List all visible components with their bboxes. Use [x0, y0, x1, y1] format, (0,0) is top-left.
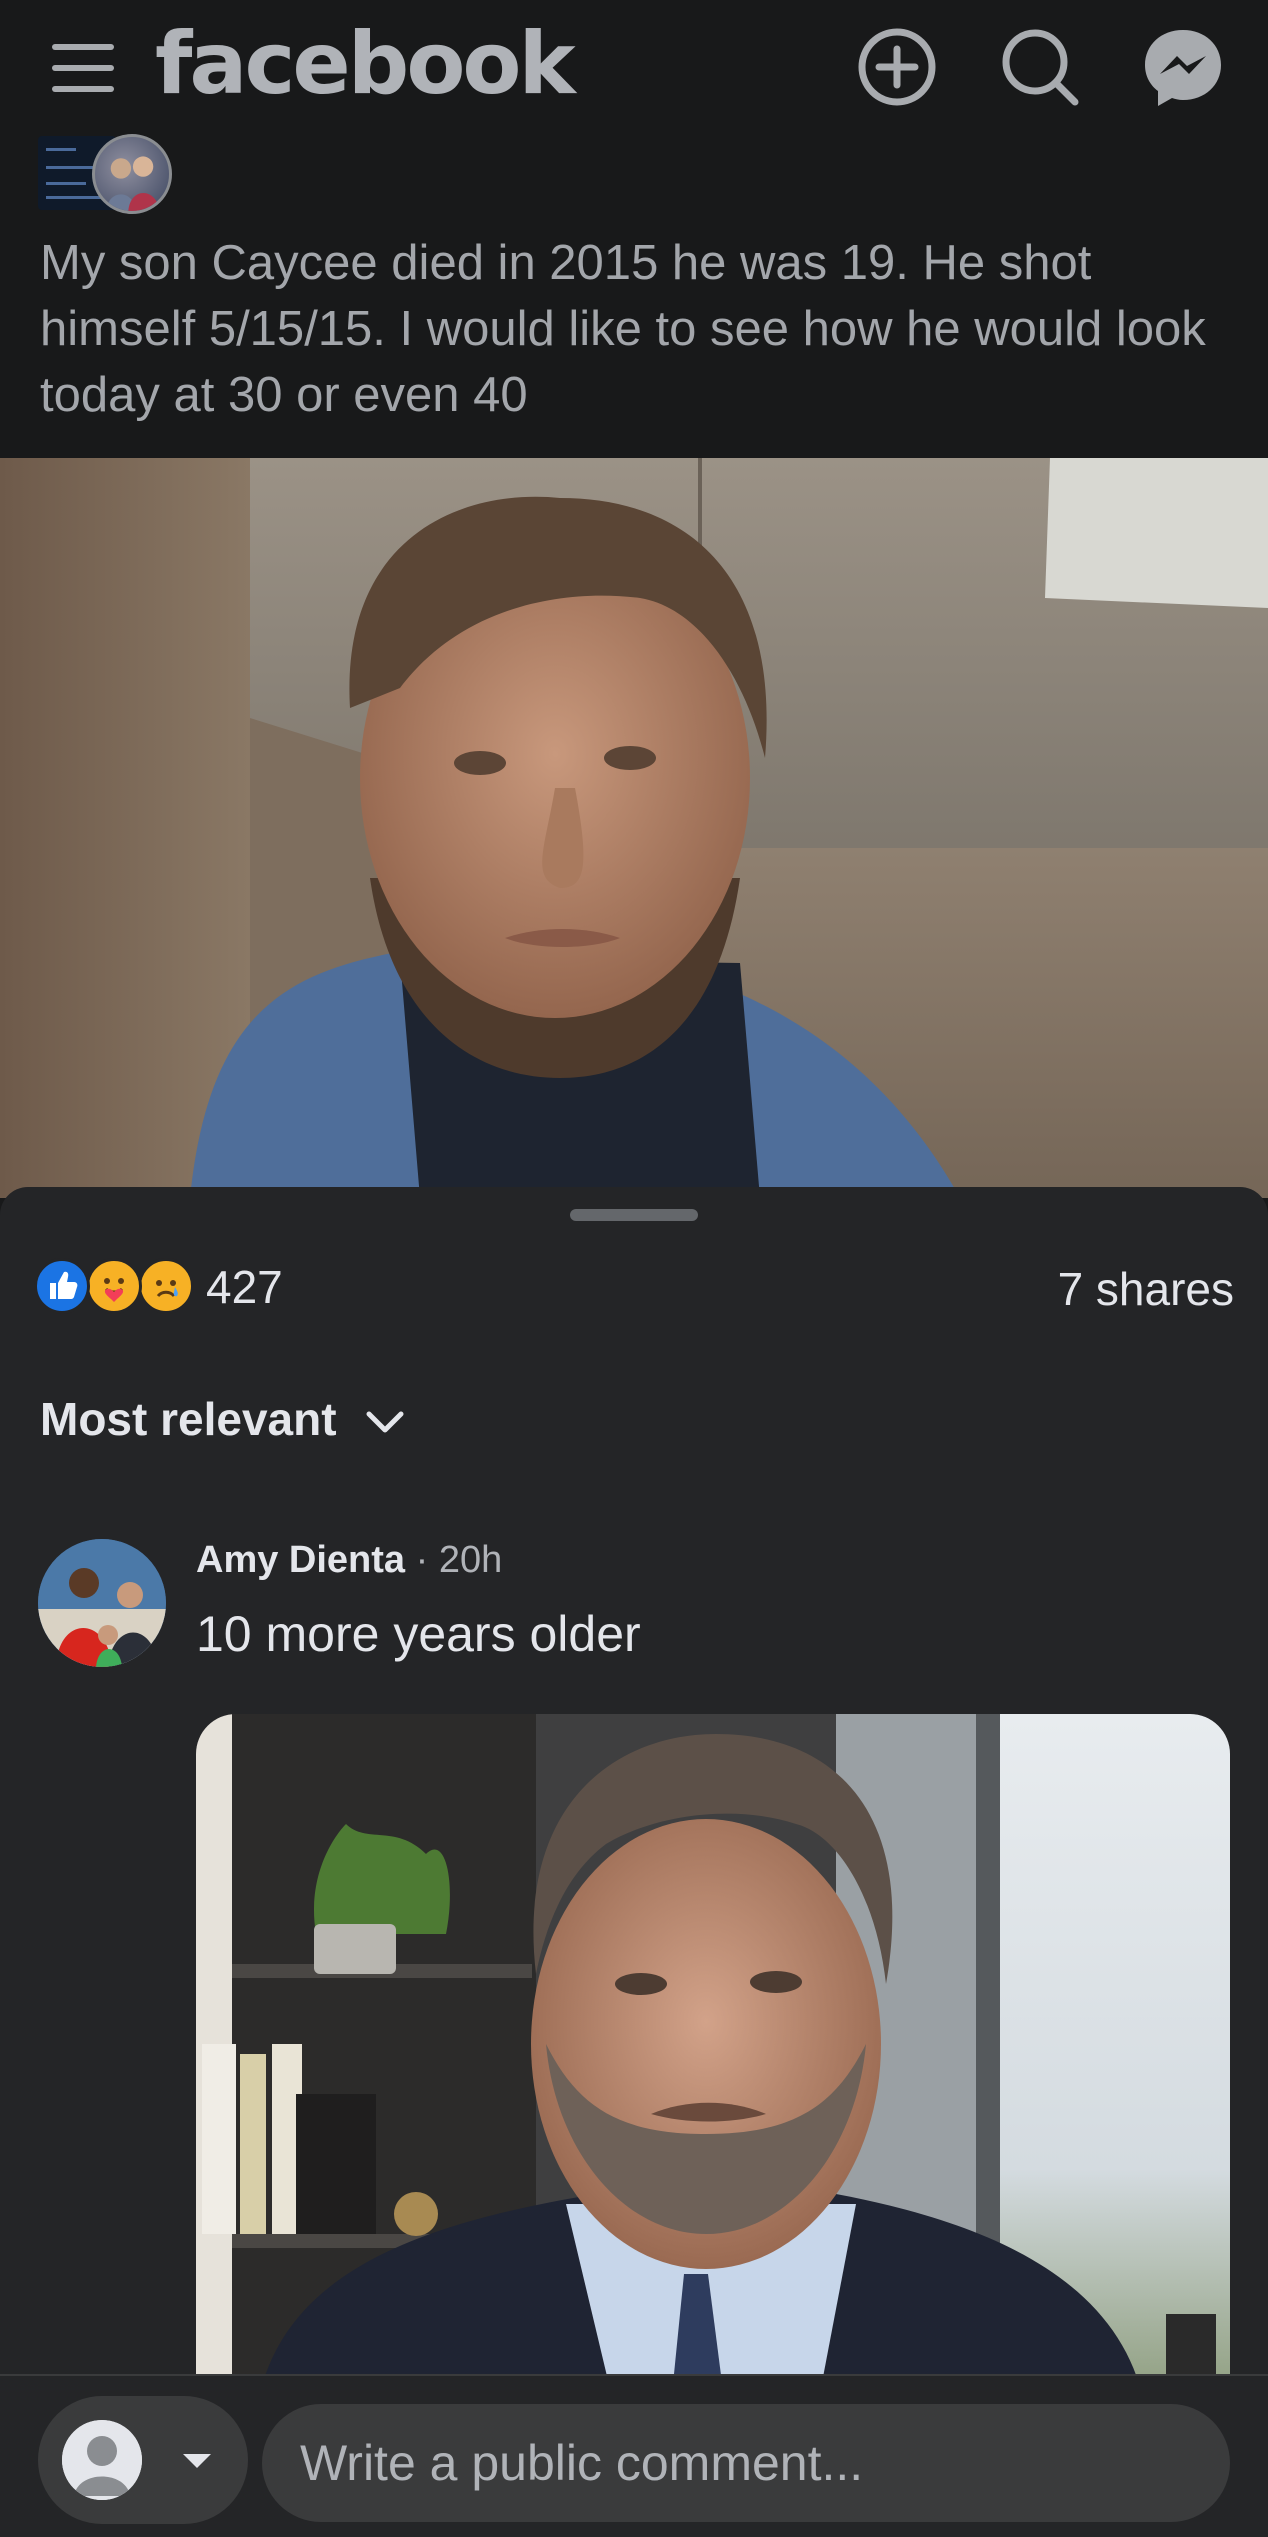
chevron-down-icon: [366, 1411, 404, 1433]
post-author-avatars[interactable]: [38, 134, 178, 214]
post-text: My son Caycee died in 2015 he was 19. He…: [40, 236, 1206, 422]
comment-as-selector[interactable]: [38, 2396, 248, 2524]
sheet-drag-handle[interactable]: [570, 1209, 698, 1221]
author-avatar: [92, 134, 172, 214]
commenter-avatar[interactable]: [38, 1539, 166, 1667]
comment-text: 10 more years older: [196, 1606, 641, 1662]
top-app-bar: facebook: [0, 0, 1268, 130]
user-avatar-icon: [62, 2420, 142, 2500]
messenger-icon[interactable]: [1138, 22, 1228, 112]
sort-label: Most relevant: [40, 1393, 337, 1445]
facebook-comments-screen: facebook My son Caycee died in 2015 he w…: [0, 0, 1268, 2537]
menu-icon[interactable]: [48, 40, 118, 96]
comment-composer: [0, 2374, 1268, 2537]
shares-count[interactable]: 7 shares: [1058, 1262, 1234, 1316]
create-post-icon[interactable]: [852, 22, 942, 112]
comment-meta: Amy Dienta · 20h: [196, 1539, 502, 1582]
facebook-wordmark[interactable]: facebook: [155, 14, 576, 114]
comment-time[interactable]: · 20h: [416, 1539, 503, 1581]
post-photo[interactable]: [0, 458, 1268, 1198]
care-reaction-icon: [86, 1258, 142, 1314]
comment-input[interactable]: [262, 2404, 1230, 2522]
sad-reaction-icon: [138, 1258, 194, 1314]
reaction-count[interactable]: 427: [206, 1260, 283, 1314]
search-icon[interactable]: [995, 22, 1085, 112]
comment-sort-dropdown[interactable]: Most relevant: [40, 1392, 407, 1452]
reaction-icons[interactable]: [34, 1258, 194, 1314]
like-reaction-icon: [34, 1258, 90, 1314]
comments-sheet: 427 7 shares Most relevant Amy Dienta · …: [0, 1187, 1268, 2537]
comment-image[interactable]: [196, 1714, 1230, 2414]
caret-down-icon: [183, 2454, 211, 2468]
reaction-summary: 427 7 shares: [34, 1254, 1234, 1316]
comment-author[interactable]: Amy Dienta: [196, 1539, 405, 1581]
